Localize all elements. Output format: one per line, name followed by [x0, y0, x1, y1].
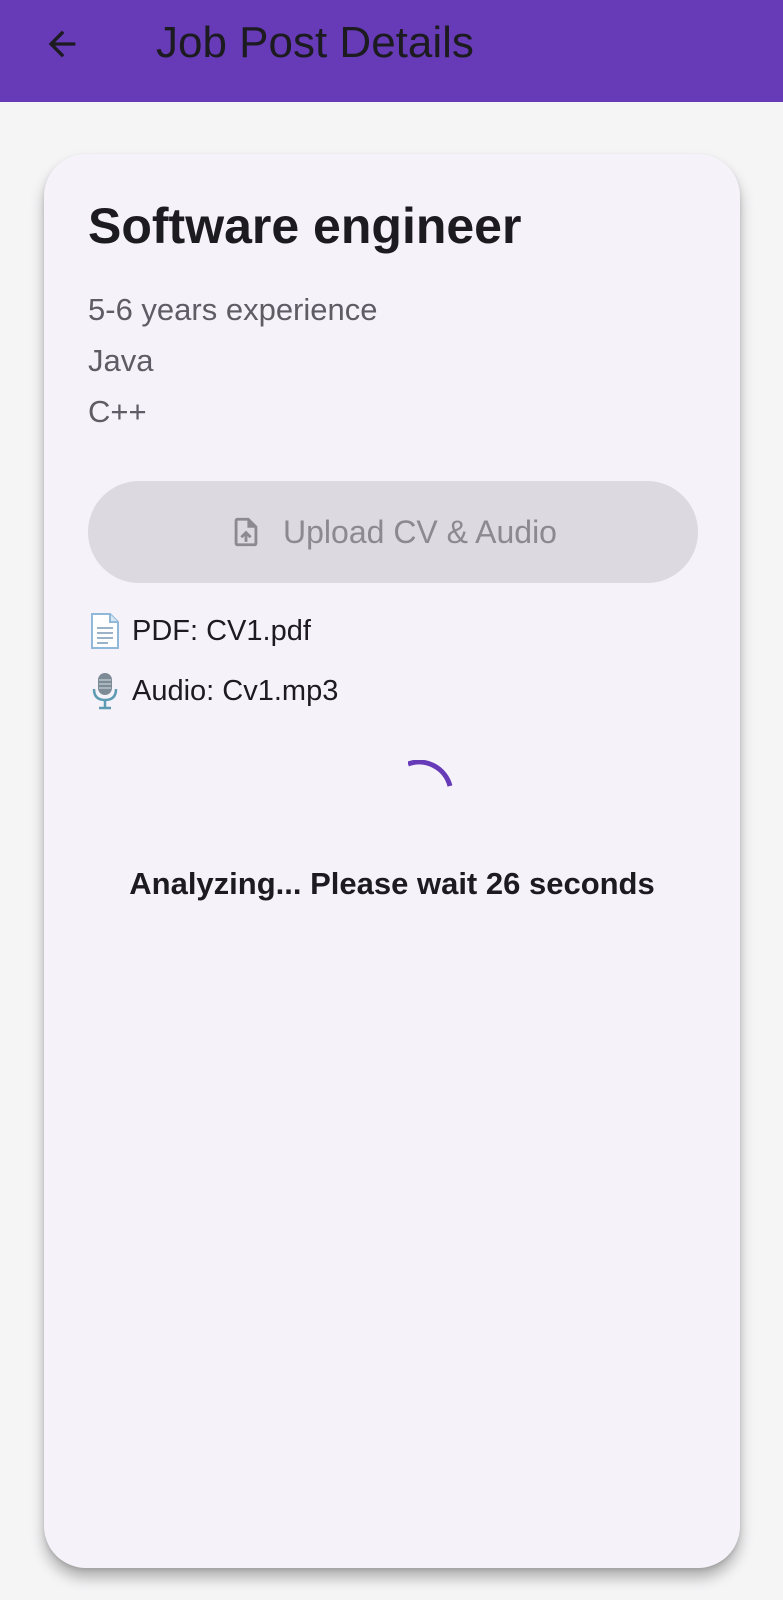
app-bar: Job Post Details [0, 0, 783, 102]
requirement-item: C++ [88, 394, 147, 429]
audio-file-label: Audio: Cv1.mp3 [132, 674, 339, 707]
requirements-list: 5-6 years experience Java C++ [88, 284, 378, 437]
page-document-icon [88, 612, 122, 650]
microphone-icon [88, 672, 122, 710]
page-title: Job Post Details [156, 18, 474, 67]
arrow-back-icon [48, 30, 76, 58]
audio-file-row: Audio: Cv1.mp3 [88, 672, 338, 710]
upload-cv-audio-button[interactable]: Upload CV & Audio [88, 481, 698, 583]
file-upload-icon [234, 517, 258, 547]
pdf-file-row: PDF: CV1.pdf [88, 612, 311, 650]
pdf-file-label: PDF: CV1.pdf [132, 614, 311, 647]
requirement-item: Java [88, 343, 154, 378]
job-post-card: Software engineer 5-6 years experience J… [44, 154, 740, 1568]
analysis-status-text: Analyzing... Please wait 26 seconds [129, 866, 655, 901]
job-title: Software engineer [88, 198, 522, 254]
loading-spinner-icon [408, 760, 453, 787]
upload-button-label: Upload CV & Audio [283, 513, 557, 550]
back-button[interactable] [38, 20, 86, 68]
requirement-item: 5-6 years experience [88, 292, 378, 327]
